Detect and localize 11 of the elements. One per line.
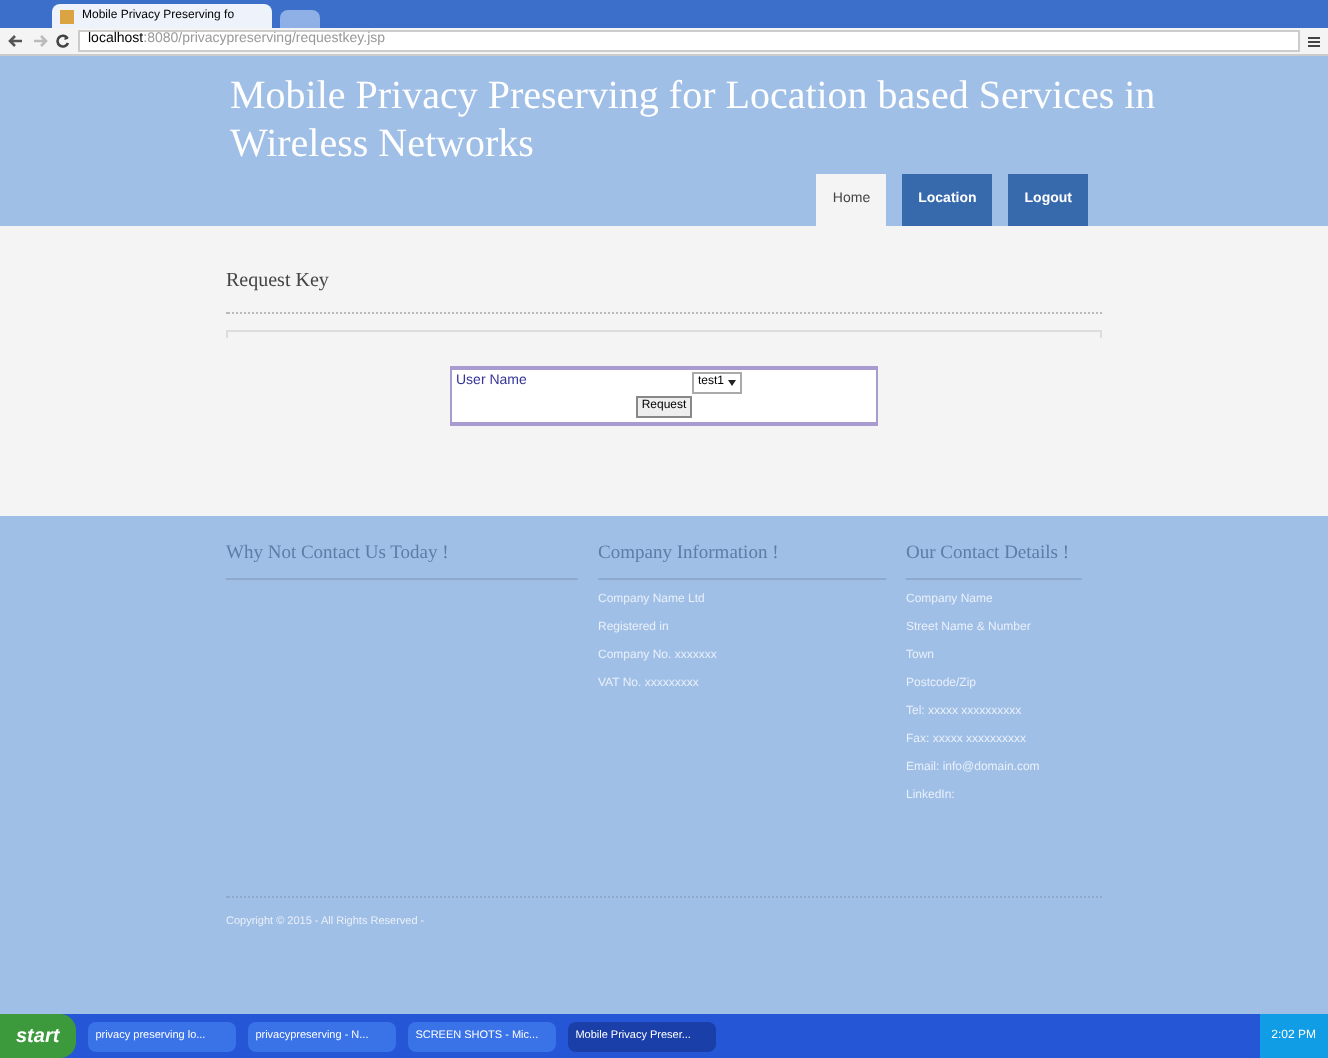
reload-icon[interactable] <box>56 34 70 48</box>
start-button[interactable]: start <box>0 1014 76 1058</box>
page-icon <box>60 9 74 23</box>
dropdown-arrow-icon <box>728 380 737 386</box>
footer-column-title: Our Contact Details ! <box>906 540 1082 581</box>
footer-column-title: Why Not Contact Us Today ! <box>226 540 578 581</box>
section-heading: Request Key <box>226 268 331 296</box>
footer-column-title: Company Information ! <box>598 540 886 581</box>
menu-icon[interactable] <box>1308 35 1320 47</box>
back-icon[interactable] <box>8 34 24 48</box>
site-title: Mobile Privacy Preserving for Location based Services in Wireless Networks <box>230 72 1158 168</box>
